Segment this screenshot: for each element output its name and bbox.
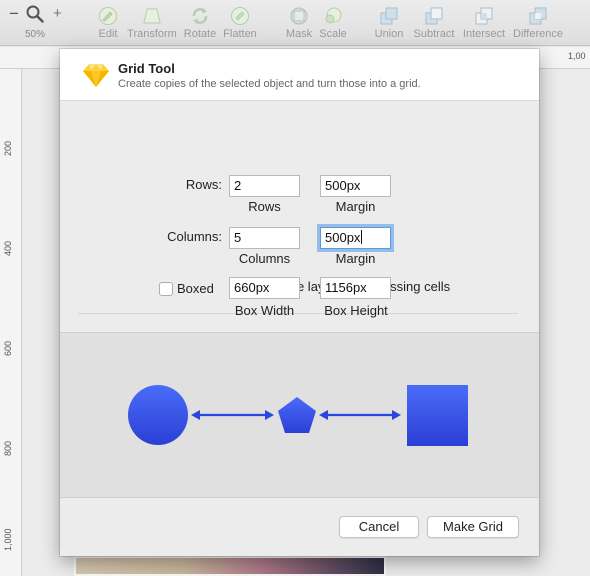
box-height-sublabel: Box Height bbox=[324, 303, 388, 318]
scale-label: Scale bbox=[319, 28, 347, 40]
vertical-ruler: 200 400 600 800 1,000 bbox=[0, 69, 22, 576]
mask-icon bbox=[290, 7, 308, 25]
intersect-button[interactable]: Intersect bbox=[460, 0, 508, 46]
union-button[interactable]: Union bbox=[372, 0, 406, 46]
flatten-icon bbox=[231, 7, 249, 25]
toolbar: − + 50% Edit Transform Rotate Flatten Ma… bbox=[0, 0, 590, 46]
columns-sublabel: Columns bbox=[238, 251, 291, 266]
text-caret bbox=[361, 230, 363, 244]
artboard-preview[interactable] bbox=[74, 556, 386, 576]
ruler-mark: 1,00 bbox=[568, 51, 586, 61]
make-grid-button[interactable]: Make Grid bbox=[427, 516, 519, 538]
intersect-label: Intersect bbox=[462, 28, 506, 40]
rows-margin-input[interactable]: 500px bbox=[320, 175, 391, 197]
square-shape bbox=[407, 385, 468, 446]
dialog-title: Grid Tool bbox=[118, 61, 175, 76]
box-width-input[interactable]: 660px bbox=[229, 277, 300, 299]
ruler-mark: 1,000 bbox=[3, 528, 13, 551]
sketch-gem-icon bbox=[83, 64, 109, 87]
columns-margin-sublabel: Margin bbox=[335, 251, 376, 266]
ruler-mark: 600 bbox=[3, 340, 13, 356]
double-arrow-icon bbox=[319, 410, 401, 420]
boxed-checkbox[interactable] bbox=[159, 282, 173, 296]
zoom-control: − + 50% bbox=[0, 0, 70, 46]
difference-button[interactable]: Difference bbox=[511, 0, 565, 46]
rotate-icon bbox=[192, 8, 208, 24]
zoom-in-button[interactable]: + bbox=[53, 5, 62, 22]
rows-label: Rows: bbox=[185, 177, 222, 192]
ruler-mark: 400 bbox=[3, 240, 13, 256]
box-height-input[interactable]: 1156px bbox=[320, 277, 391, 299]
grid-preview bbox=[60, 332, 539, 498]
mask-label: Mask bbox=[285, 28, 313, 40]
rotate-button[interactable]: Rotate bbox=[182, 0, 218, 46]
union-icon bbox=[380, 7, 398, 25]
ruler-mark: 200 bbox=[3, 140, 13, 156]
rows-input[interactable]: 2 bbox=[229, 175, 300, 197]
edit-icon bbox=[99, 7, 117, 25]
columns-label: Columns: bbox=[167, 229, 222, 244]
preview-illustration bbox=[128, 385, 468, 446]
box-width-sublabel: Box Width bbox=[234, 303, 295, 318]
columns-margin-value: 500px bbox=[325, 230, 361, 245]
flatten-button[interactable]: Flatten bbox=[221, 0, 259, 46]
subtract-icon bbox=[425, 7, 443, 25]
rotate-label: Rotate bbox=[183, 28, 217, 40]
transform-label: Transform bbox=[127, 28, 177, 40]
edit-label: Edit bbox=[98, 28, 118, 40]
transform-icon bbox=[143, 8, 161, 24]
dialog-header: Grid Tool Create copies of the selected … bbox=[60, 49, 539, 101]
subtract-label: Subtract bbox=[413, 28, 455, 40]
zoom-magnifier-icon[interactable] bbox=[26, 5, 44, 23]
columns-input[interactable]: 5 bbox=[229, 227, 300, 249]
columns-margin-input[interactable]: 500px bbox=[320, 227, 391, 249]
union-label: Union bbox=[374, 28, 404, 40]
rows-margin-sublabel: Margin bbox=[335, 199, 376, 214]
flatten-label: Flatten bbox=[223, 28, 257, 40]
boxed-label[interactable]: Boxed bbox=[177, 281, 214, 296]
difference-label: Difference bbox=[513, 28, 563, 40]
transform-button[interactable]: Transform bbox=[126, 0, 178, 46]
pentagon-shape bbox=[278, 397, 316, 433]
double-arrow-icon bbox=[191, 410, 274, 420]
edit-button[interactable]: Edit bbox=[94, 0, 122, 46]
difference-icon bbox=[529, 7, 547, 25]
grid-tool-dialog: Grid Tool Create copies of the selected … bbox=[60, 49, 539, 556]
intersect-icon bbox=[475, 7, 493, 25]
cancel-button[interactable]: Cancel bbox=[339, 516, 419, 538]
dialog-subtitle: Create copies of the selected object and… bbox=[118, 78, 421, 90]
circle-shape bbox=[128, 385, 188, 445]
scale-icon bbox=[325, 7, 342, 24]
dialog-footer: Cancel Make Grid bbox=[60, 499, 539, 556]
zoom-out-button[interactable]: − bbox=[9, 4, 19, 24]
zoom-level: 50% bbox=[25, 29, 46, 40]
rows-sublabel: Rows bbox=[248, 199, 281, 214]
scale-button[interactable]: Scale bbox=[318, 0, 348, 46]
mask-button[interactable]: Mask bbox=[284, 0, 314, 46]
subtract-button[interactable]: Subtract bbox=[410, 0, 458, 46]
ruler-mark: 800 bbox=[3, 440, 13, 456]
